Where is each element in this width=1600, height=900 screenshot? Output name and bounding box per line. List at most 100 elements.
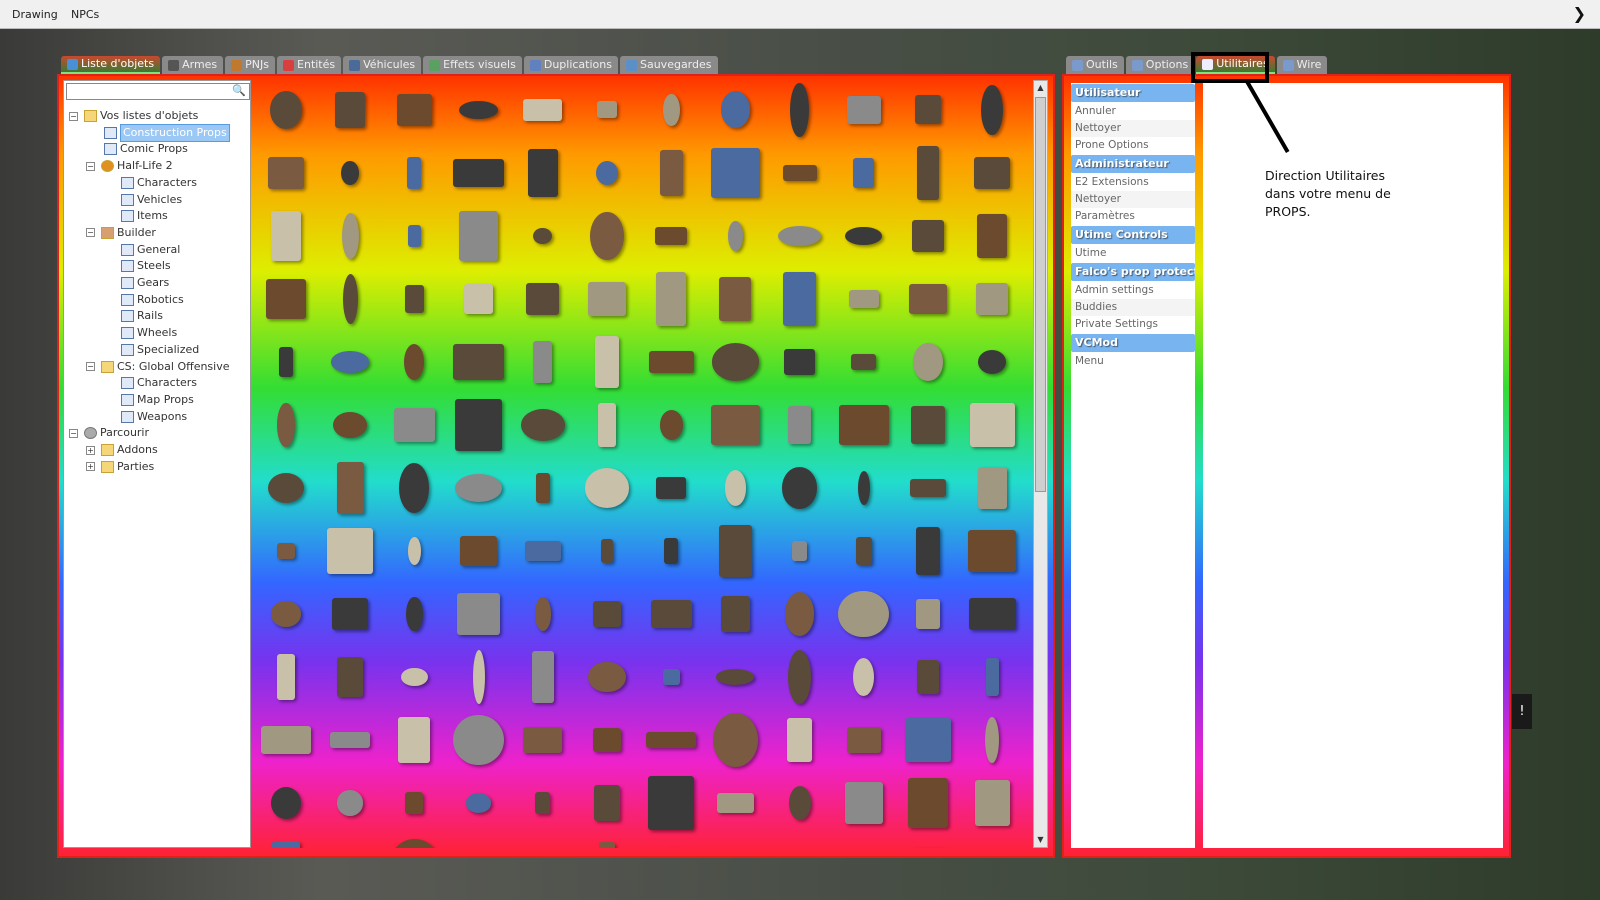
prop-thumbnail[interactable] [577,458,637,518]
prop-thumbnail[interactable] [256,332,316,392]
prop-thumbnail[interactable] [513,773,573,833]
tab-entit-s[interactable]: Entités [277,56,342,74]
prop-thumbnail[interactable] [962,458,1022,518]
prop-thumbnail[interactable] [898,332,958,392]
scroll-up-icon[interactable]: ▲ [1034,81,1047,95]
prop-thumbnail[interactable] [384,773,444,833]
prop-thumbnail[interactable] [641,647,701,707]
prop-thumbnail[interactable] [256,773,316,833]
prop-thumbnail[interactable] [705,206,765,266]
prop-thumbnail[interactable] [320,206,380,266]
tree-node[interactable]: Characters [103,175,197,191]
prop-thumbnail[interactable] [705,836,765,848]
collapse-icon[interactable]: − [69,428,78,438]
tab-sauvegardes[interactable]: Sauvegardes [619,56,718,74]
menu-npcs[interactable]: NPCs [71,8,99,21]
prop-thumbnail[interactable] [962,584,1022,644]
prop-thumbnail[interactable] [449,647,509,707]
tree-node[interactable]: Items [103,208,168,224]
prop-thumbnail[interactable] [770,521,830,581]
prop-thumbnail[interactable] [834,836,894,848]
prop-thumbnail[interactable] [256,584,316,644]
prop-thumbnail[interactable] [449,332,509,392]
tree-node[interactable]: Wheels [103,325,177,341]
prop-thumbnail[interactable] [641,584,701,644]
prop-thumbnail[interactable] [320,710,380,770]
tab-liste-d-objets[interactable]: Liste d'objets [61,56,161,74]
prop-thumbnail[interactable] [898,206,958,266]
prop-thumbnail[interactable] [577,395,637,455]
tree-node[interactable]: + Parties [86,459,154,475]
prop-thumbnail[interactable] [320,773,380,833]
prop-thumbnail[interactable] [577,269,637,329]
prop-thumbnail[interactable] [705,458,765,518]
tab-armes[interactable]: Armes [162,56,224,74]
prop-thumbnail[interactable] [898,395,958,455]
prop-thumbnail[interactable] [705,332,765,392]
prop-thumbnail[interactable] [513,458,573,518]
tree-node[interactable]: Rails [103,308,163,324]
prop-thumbnail[interactable] [384,521,444,581]
prop-thumbnail[interactable] [256,395,316,455]
expand-icon[interactable]: + [86,445,95,455]
prop-thumbnail[interactable] [256,269,316,329]
tree-node[interactable]: − Vos listes d'objets [69,108,198,124]
prop-thumbnail[interactable] [898,647,958,707]
prop-thumbnail[interactable] [320,521,380,581]
category-header[interactable]: Utime Controls [1071,226,1195,244]
tree-node[interactable]: Map Props [103,392,194,408]
prop-thumbnail[interactable] [577,647,637,707]
prop-thumbnail[interactable] [962,836,1022,848]
prop-thumbnail[interactable] [449,269,509,329]
tab-v-hicules[interactable]: Véhicules [343,56,422,74]
prop-thumbnail[interactable] [577,80,637,140]
category-header[interactable]: Administrateur [1071,155,1195,173]
prop-thumbnail[interactable] [770,647,830,707]
prop-thumbnail[interactable] [641,332,701,392]
prop-thumbnail[interactable] [384,836,444,848]
tree-node[interactable]: − CS: Global Offensive [86,359,230,375]
prop-thumbnail[interactable] [962,521,1022,581]
tree-node[interactable]: + Addons [86,442,158,458]
prop-thumbnail[interactable] [513,269,573,329]
prop-thumbnail[interactable] [834,395,894,455]
prop-thumbnail[interactable] [449,458,509,518]
tree-node[interactable]: Vehicles [103,192,182,208]
prop-thumbnail[interactable] [641,521,701,581]
category-item[interactable]: Utime [1071,245,1195,262]
menu-drawing[interactable]: Drawing [12,8,58,21]
category-item[interactable]: Nettoyer [1071,120,1195,137]
tab-pnjs[interactable]: PNJs [225,56,276,74]
prop-thumbnail[interactable] [384,269,444,329]
prop-thumbnail[interactable] [705,143,765,203]
prop-thumbnail[interactable] [898,143,958,203]
category-item[interactable]: Paramètres [1071,208,1195,225]
tree-node[interactable]: − Half-Life 2 [86,158,173,174]
prop-thumbnail[interactable] [513,80,573,140]
prop-thumbnail[interactable] [384,143,444,203]
prop-thumbnail[interactable] [962,80,1022,140]
expand-icon[interactable]: + [86,462,95,472]
prop-thumbnail[interactable] [834,206,894,266]
prop-thumbnail[interactable] [256,521,316,581]
tab-options[interactable]: Options [1125,56,1195,74]
tab-wire[interactable]: Wire [1276,56,1328,74]
prop-thumbnail[interactable] [577,143,637,203]
prop-thumbnail[interactable] [577,206,637,266]
prop-thumbnail[interactable] [384,332,444,392]
prop-thumbnail[interactable] [898,710,958,770]
prop-thumbnail[interactable] [384,458,444,518]
category-header[interactable]: Falco's prop protect... [1071,263,1195,281]
prop-thumbnail[interactable] [256,80,316,140]
prop-thumbnail[interactable] [449,773,509,833]
prop-thumbnail[interactable] [256,458,316,518]
prop-thumbnail[interactable] [641,395,701,455]
prop-thumbnail[interactable] [962,206,1022,266]
collapse-icon[interactable]: − [86,362,95,371]
prop-thumbnail[interactable] [641,206,701,266]
prop-thumbnail[interactable] [320,458,380,518]
tree-node[interactable]: Steels [103,258,171,274]
prop-thumbnail[interactable] [513,584,573,644]
prop-thumbnail[interactable] [834,710,894,770]
prop-thumbnail[interactable] [577,521,637,581]
